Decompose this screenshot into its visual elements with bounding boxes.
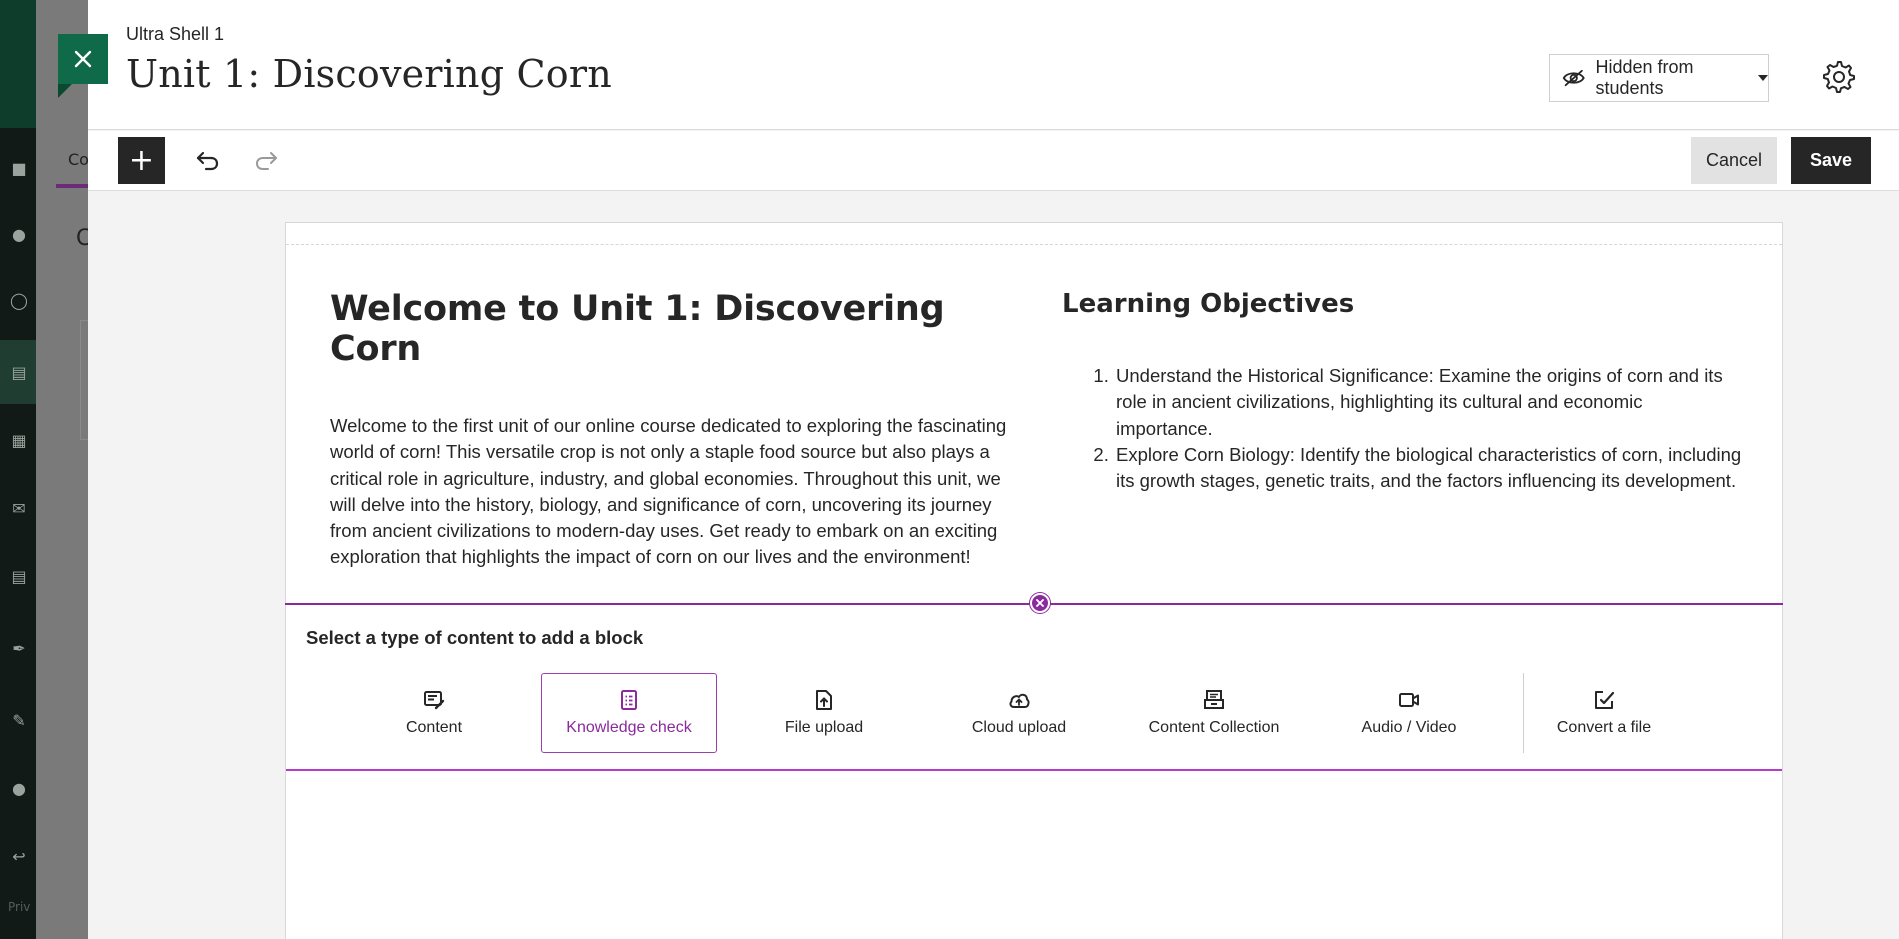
profile-icon: ● <box>12 225 26 244</box>
add-content-button[interactable]: + <box>118 137 165 184</box>
close-icon <box>1036 599 1044 607</box>
background-tab: Co <box>56 142 89 188</box>
content-type-options: Content Knowledge check File upload Clou… <box>286 673 1782 753</box>
institution-icon: ■ <box>11 159 27 178</box>
content-icon <box>424 691 445 710</box>
background-content-dimmed: Co C <box>36 0 124 939</box>
option-label: Content Collection <box>1148 719 1280 736</box>
option-file-upload[interactable]: File upload <box>736 673 912 753</box>
objectives-list: Understand the Historical Significance: … <box>1062 363 1742 494</box>
welcome-heading: Welcome to Unit 1: Discovering Corn <box>330 289 945 369</box>
option-label: Audio / Video <box>1361 719 1457 736</box>
insert-block-panel: Select a type of content to add a block … <box>286 605 1782 771</box>
content-collection-icon <box>1204 690 1224 709</box>
sign-out-icon: ↩ <box>12 847 26 866</box>
option-content[interactable]: Content <box>346 673 522 753</box>
grades-icon: ▤ <box>11 567 27 586</box>
insert-panel-title: Select a type of content to add a block <box>306 627 644 648</box>
visibility-label: Hidden from students <box>1595 57 1694 98</box>
knowledge-check-icon <box>621 690 637 710</box>
close-insert-panel-button[interactable] <box>1030 593 1050 613</box>
option-convert-file[interactable]: Convert a file <box>1516 673 1692 753</box>
list-item: Understand the Historical Significance: … <box>1114 363 1742 442</box>
gear-icon[interactable] <box>1822 60 1856 94</box>
panel-header: Ultra Shell 1 Unit 1: Discovering Corn H… <box>58 0 1899 130</box>
save-button[interactable]: Save <box>1791 137 1871 184</box>
welcome-block[interactable]: Welcome to Unit 1: Discovering Corn Welc… <box>330 289 1010 571</box>
background-logo-area <box>0 0 36 128</box>
course-name: Ultra Shell 1 <box>126 24 225 44</box>
option-knowledge-check[interactable]: Knowledge check <box>541 673 717 753</box>
list-item: Explore Corn Biology: Identify the biolo… <box>1114 442 1742 495</box>
close-button[interactable] <box>58 34 108 98</box>
user-icon: ● <box>12 779 26 798</box>
option-label: Convert a file <box>1556 719 1652 736</box>
undo-icon[interactable] <box>194 145 222 173</box>
chevron-down-icon <box>1758 75 1768 81</box>
editor-toolbar: + Cancel Save <box>88 131 1899 191</box>
option-label: Content <box>405 719 463 736</box>
option-content-collection[interactable]: Content Collection <box>1126 673 1302 753</box>
courses-icon: ▤ <box>11 363 27 382</box>
visibility-dropdown[interactable]: Hidden from students <box>1549 54 1769 102</box>
tools-icon: ✒ <box>12 639 26 658</box>
globe-icon: ◯ <box>10 291 28 310</box>
messages-icon: ✉ <box>12 499 26 518</box>
background-footer-text: Priv <box>8 900 31 914</box>
document-canvas: Welcome to Unit 1: Discovering Corn Welc… <box>285 222 1783 939</box>
background-nav-rail: ■ ● ◯ ▤ ▦ ✉ ▤ ✒ ✎ ● ↩ Priv <box>0 0 36 939</box>
cloud-upload-icon <box>1009 693 1030 708</box>
edit-icon: ✎ <box>12 711 26 730</box>
objectives-block[interactable]: Learning Objectives Understand the Histo… <box>1062 289 1742 494</box>
convert-file-icon <box>1595 691 1615 709</box>
audio-video-icon <box>1399 693 1419 707</box>
page-title: Unit 1: Discovering Corn <box>126 52 612 96</box>
cancel-button[interactable]: Cancel <box>1691 137 1777 184</box>
objectives-heading: Learning Objectives <box>1062 289 1355 319</box>
file-upload-icon <box>816 690 832 710</box>
eye-slash-icon <box>1562 69 1585 87</box>
calendar-icon: ▦ <box>11 431 27 450</box>
option-label: Cloud upload <box>971 719 1067 736</box>
option-label: Knowledge check <box>566 719 692 736</box>
document-top-strip <box>286 223 1782 245</box>
option-cloud-upload[interactable]: Cloud upload <box>931 673 1107 753</box>
redo-icon[interactable] <box>252 145 280 173</box>
option-audio-video[interactable]: Audio / Video <box>1321 673 1497 753</box>
option-label: File upload <box>784 719 864 736</box>
welcome-paragraph: Welcome to the first unit of our online … <box>330 415 1007 568</box>
document-editor-panel: Ultra Shell 1 Unit 1: Discovering Corn H… <box>58 0 1899 939</box>
close-icon <box>74 50 92 68</box>
